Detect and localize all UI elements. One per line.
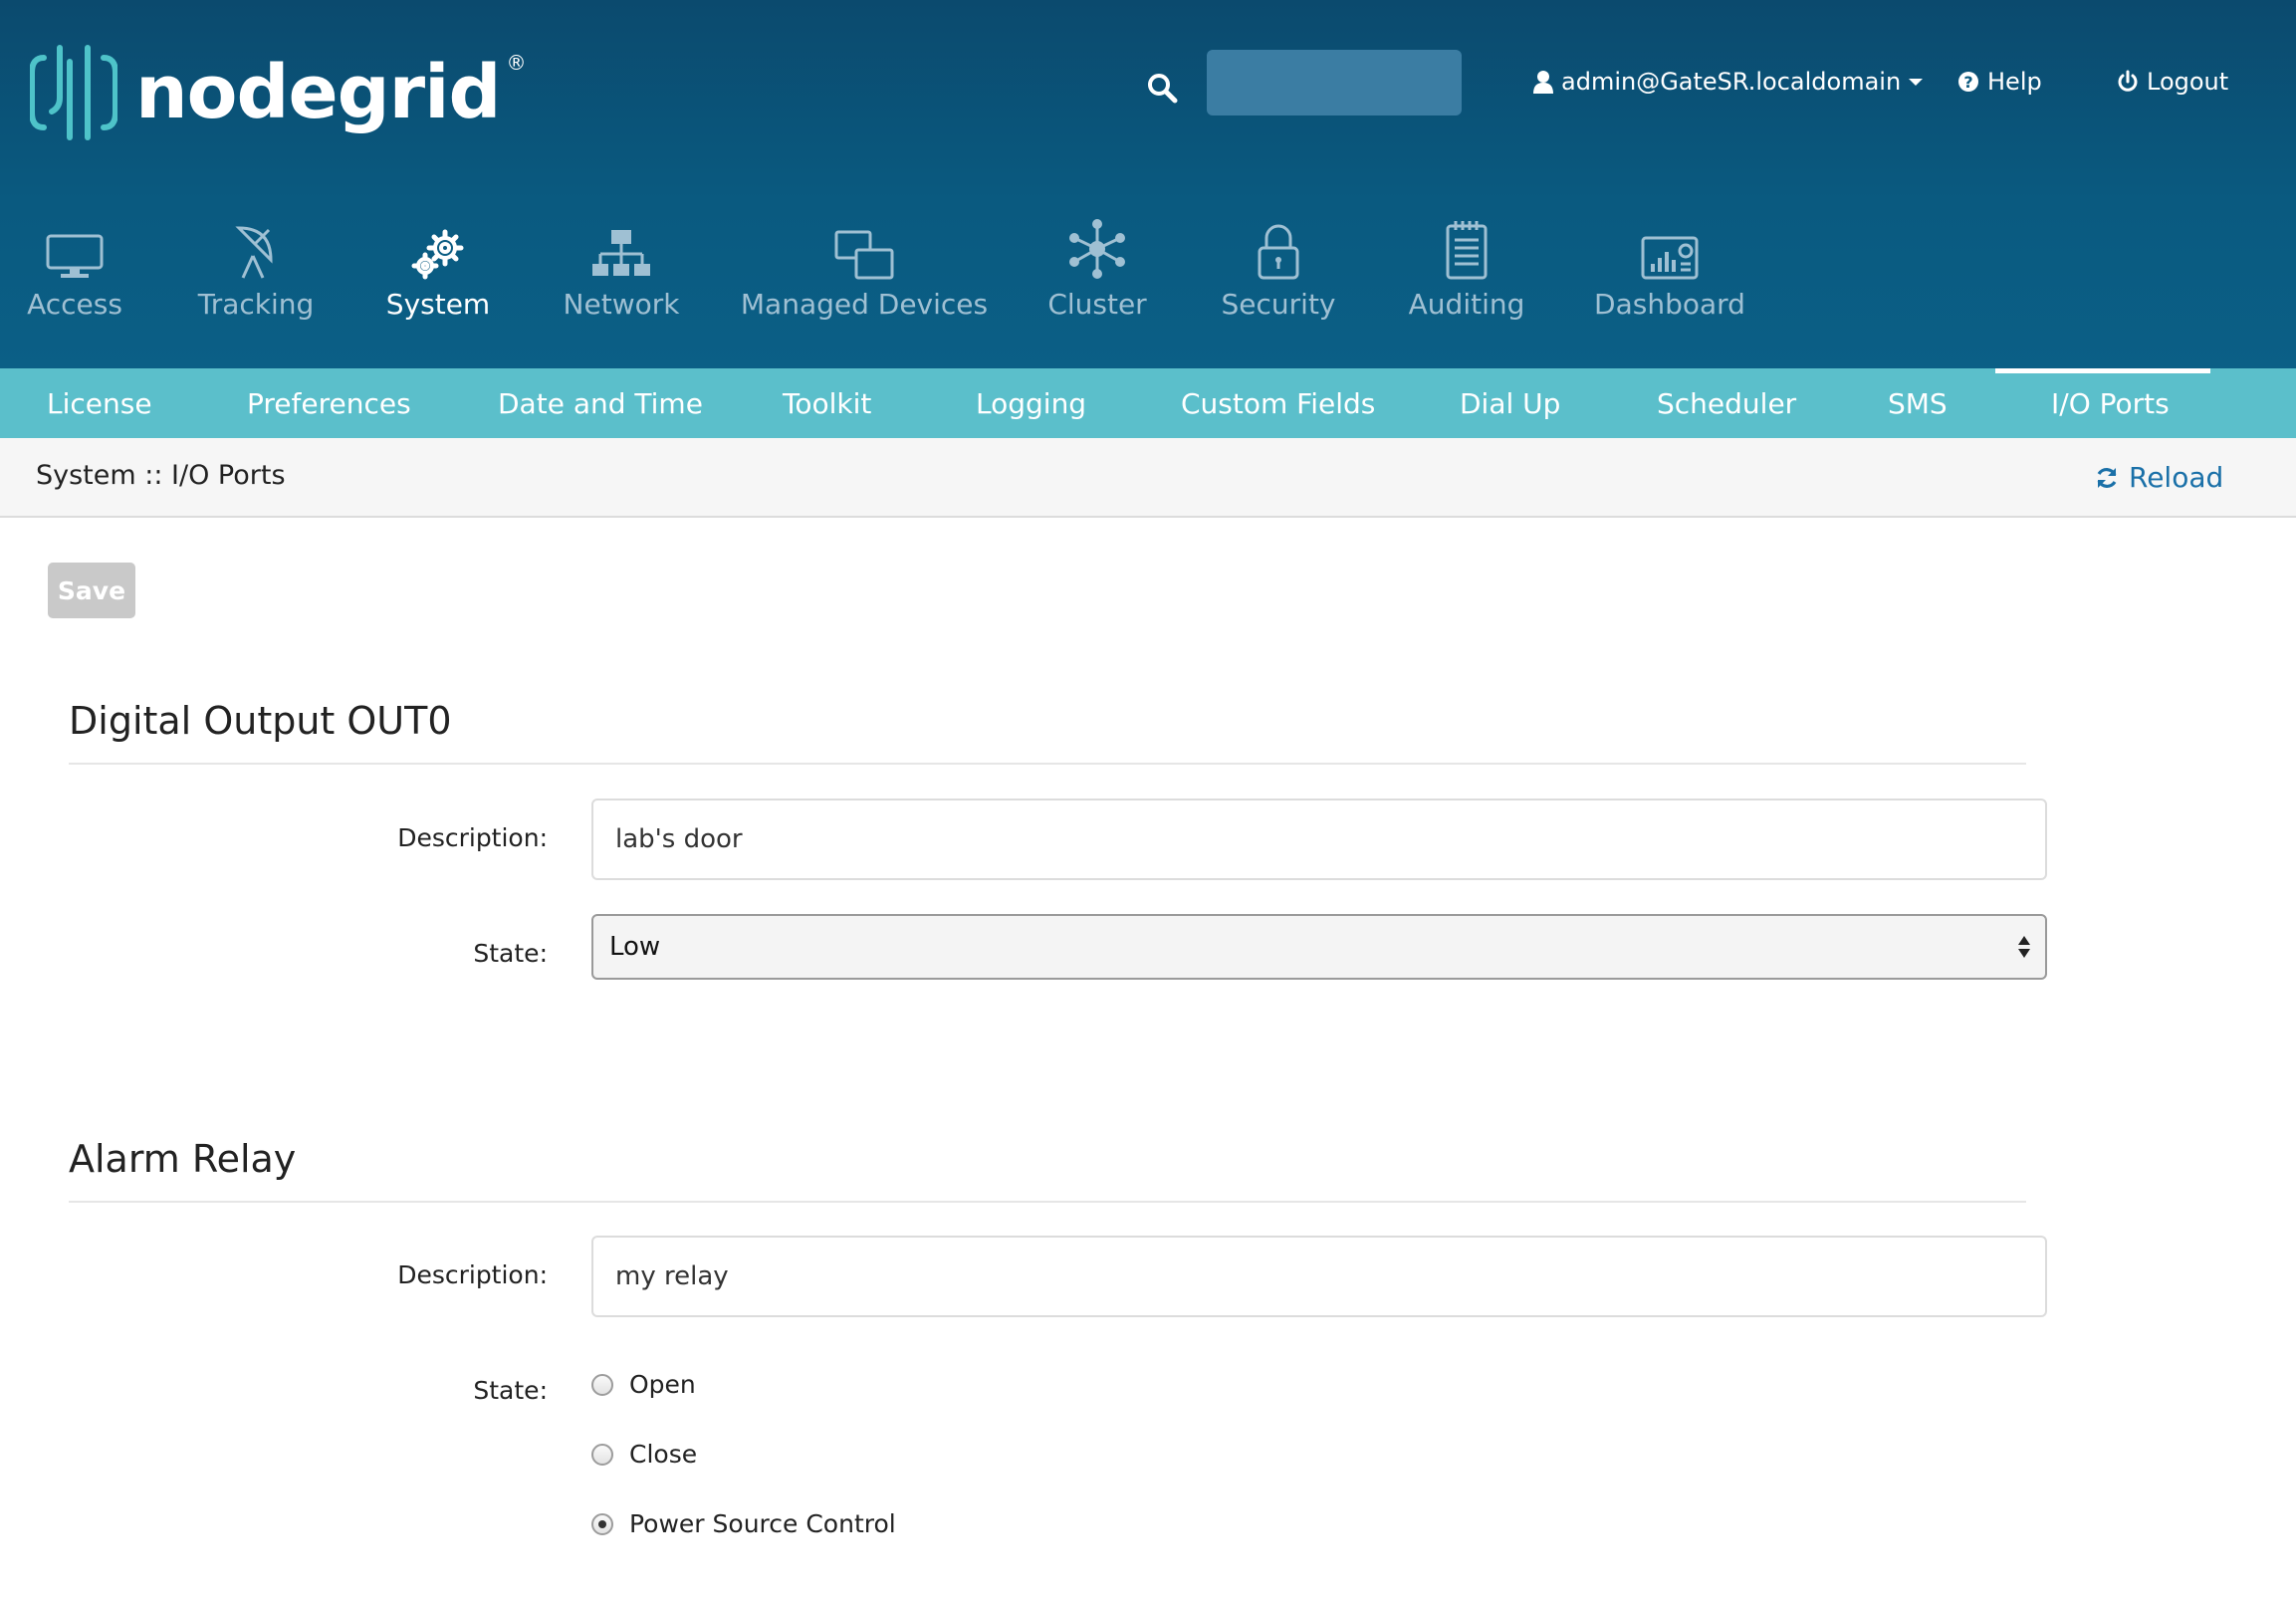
nav-dashboard[interactable]: Dashboard (1594, 214, 1745, 321)
user-menu[interactable]: admin@GateSR.localdomain (1533, 68, 1925, 96)
reload-button[interactable]: Reload (2095, 461, 2223, 494)
radio-open[interactable]: Open (591, 1370, 696, 1399)
active-tab-indicator (1995, 368, 2210, 373)
nav-managed-devices[interactable]: Managed Devices (741, 214, 988, 321)
digital-output-state-select[interactable]: Low (591, 914, 2047, 980)
nav-label: Security (1221, 288, 1336, 321)
gear-icon (411, 229, 464, 280)
tab-logging[interactable]: Logging (976, 368, 1086, 438)
nav-label: Cluster (1047, 288, 1147, 321)
nav-label: Auditing (1408, 288, 1525, 321)
refresh-icon (2097, 467, 2117, 488)
registered-mark: ® (506, 51, 527, 75)
state-label: State: (473, 939, 548, 968)
nodegrid-logo[interactable]: nodegrid ® (30, 38, 526, 147)
top-header: nodegrid ® admin@GateSR.localdomain ? He… (0, 0, 2296, 368)
nav-label: Tracking (197, 288, 315, 321)
nav-cluster[interactable]: Cluster (1047, 214, 1147, 321)
radio-label: Power Source Control (629, 1509, 896, 1538)
brand-name: nodegrid (135, 50, 501, 135)
nav-label: System (385, 288, 491, 321)
sub-nav: License Preferences Date and Time Toolki… (0, 368, 2296, 438)
nav-label: Access (27, 288, 122, 321)
radio-button-selected[interactable] (591, 1512, 613, 1535)
nav-auditing[interactable]: Auditing (1409, 214, 1524, 321)
breadcrumb: System :: I/O Ports (36, 460, 286, 491)
cluster-icon (1069, 219, 1125, 279)
select-arrows-icon (2018, 936, 2030, 958)
description-label: Description: (397, 823, 548, 852)
save-button[interactable]: Save (48, 563, 135, 618)
section-divider (69, 763, 2026, 765)
tab-io-ports[interactable]: I/O Ports (2051, 368, 2170, 438)
logout-label: Logout (2147, 68, 2229, 96)
nav-label: Managed Devices (740, 288, 989, 321)
alarm-relay-description-input[interactable] (591, 1236, 2047, 1317)
nav-access[interactable]: Access (27, 214, 122, 321)
search-icon[interactable] (1146, 72, 1178, 104)
nav-network[interactable]: Network (564, 214, 679, 321)
main-nav: Access Tracking System Network Managed D… (0, 214, 2296, 334)
tab-sms[interactable]: SMS (1888, 368, 1948, 438)
alarm-relay-title: Alarm Relay (69, 1137, 297, 1181)
state-label: State: (473, 1376, 548, 1405)
radio-button[interactable] (591, 1373, 613, 1396)
tab-dial-up[interactable]: Dial Up (1460, 368, 1560, 438)
reload-label: Reload (2129, 461, 2224, 494)
radio-close[interactable]: Close (591, 1440, 697, 1469)
svg-text:?: ? (1963, 73, 1972, 92)
tab-preferences[interactable]: Preferences (247, 368, 411, 438)
lock-icon (1258, 224, 1299, 280)
logout-link[interactable]: Logout (2117, 68, 2228, 96)
caret-down-icon (1909, 79, 1924, 86)
tab-scheduler[interactable]: Scheduler (1657, 368, 1796, 438)
state-select-value: Low (609, 932, 661, 962)
nav-security[interactable]: Security (1222, 214, 1336, 321)
help-label: Help (1987, 68, 2042, 96)
radio-button[interactable] (591, 1443, 613, 1466)
section-divider (69, 1201, 2026, 1203)
monitor-icon (46, 234, 104, 278)
nav-label: Dashboard (1594, 288, 1745, 321)
windows-icon (834, 230, 894, 280)
nav-label: Network (563, 288, 680, 321)
user-name: admin@GateSR.localdomain (1561, 68, 1902, 96)
help-icon: ? (1958, 72, 1978, 92)
logo-mark-icon (30, 45, 117, 140)
tab-license[interactable]: License (47, 368, 152, 438)
nav-system[interactable]: System (386, 214, 490, 321)
nav-tracking[interactable]: Tracking (198, 214, 314, 321)
tab-date-and-time[interactable]: Date and Time (498, 368, 703, 438)
radio-label: Close (629, 1440, 698, 1469)
breadcrumb-bar: System :: I/O Ports Reload (0, 438, 2296, 518)
tab-custom-fields[interactable]: Custom Fields (1181, 368, 1375, 438)
satellite-dish-icon (235, 226, 273, 279)
tab-toolkit[interactable]: Toolkit (783, 368, 871, 438)
notepad-icon (1446, 221, 1488, 280)
radio-label: Open (629, 1370, 696, 1399)
radio-power-source-control[interactable]: Power Source Control (591, 1509, 896, 1538)
digital-output-description-input[interactable] (591, 798, 2047, 880)
network-tree-icon (592, 230, 650, 276)
power-icon (2118, 70, 2138, 92)
help-link[interactable]: ? Help (1957, 68, 2042, 96)
description-label: Description: (397, 1260, 548, 1289)
digital-output-title: Digital Output OUT0 (69, 699, 452, 743)
user-icon (1533, 71, 1553, 94)
dashboard-icon (1641, 236, 1699, 280)
search-input[interactable] (1207, 50, 1462, 115)
